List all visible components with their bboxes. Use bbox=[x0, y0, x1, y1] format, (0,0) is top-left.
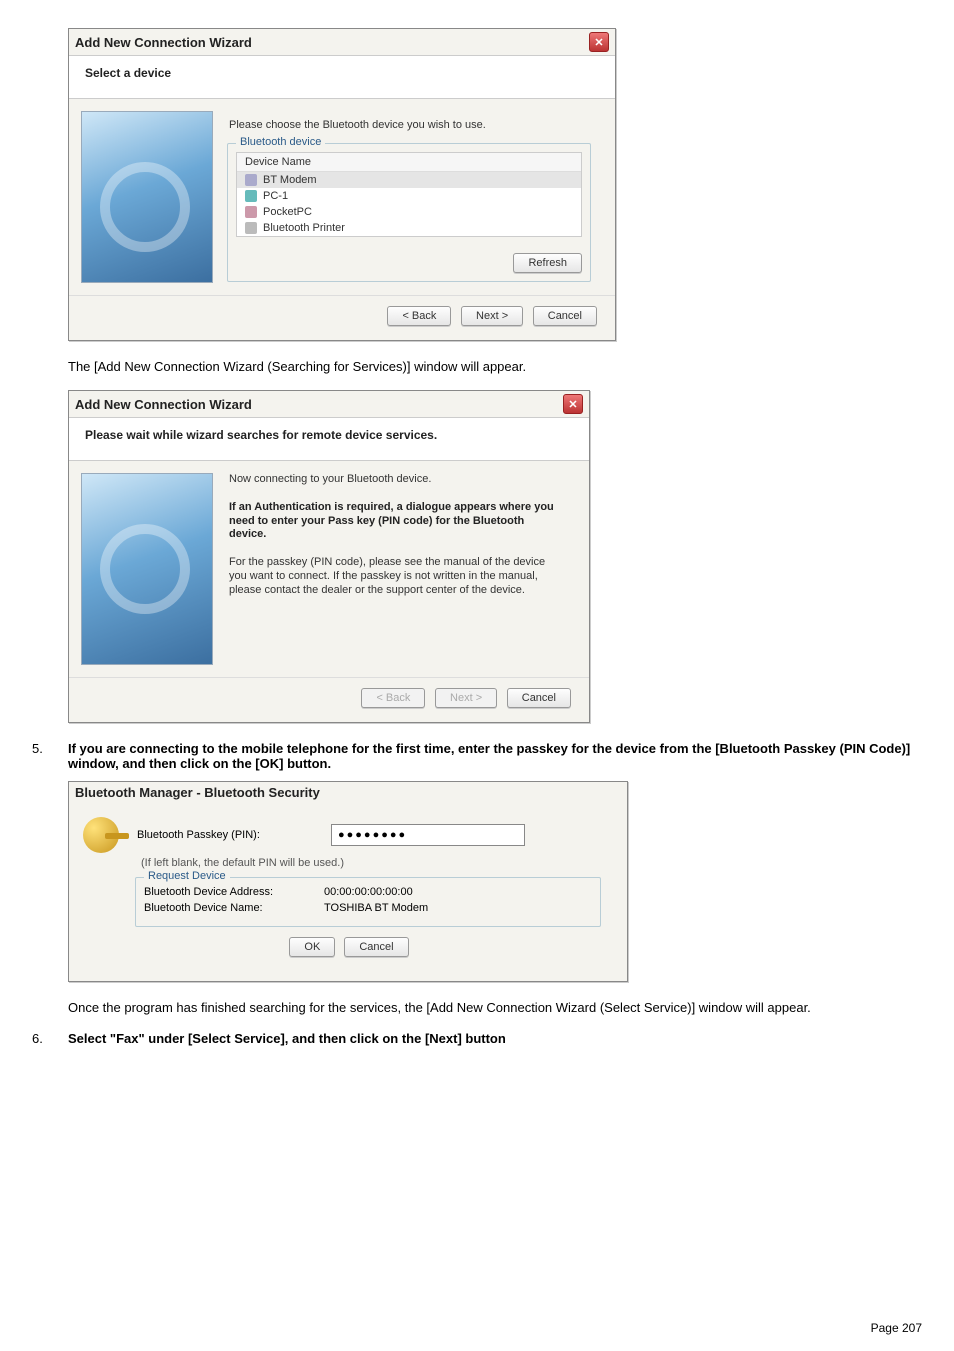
titlebar: Add New Connection Wizard ✕ bbox=[69, 391, 589, 417]
device-name: Bluetooth Printer bbox=[263, 222, 345, 234]
wizard-illustration bbox=[81, 473, 213, 665]
step-5: 5. If you are connecting to the mobile t… bbox=[32, 741, 922, 771]
titlebar: Bluetooth Manager - Bluetooth Security bbox=[69, 782, 627, 803]
dialog-title: Add New Connection Wizard bbox=[75, 397, 252, 412]
refresh-button[interactable]: Refresh bbox=[513, 253, 582, 273]
device-name: PocketPC bbox=[263, 206, 312, 218]
body-text: The [Add New Connection Wizard (Searchin… bbox=[68, 359, 922, 374]
titlebar: Add New Connection Wizard ✕ bbox=[69, 29, 615, 55]
pda-icon bbox=[245, 206, 257, 218]
group-legend: Request Device bbox=[144, 870, 230, 882]
body-text: Once the program has finished searching … bbox=[68, 1000, 922, 1015]
step-text: If you are connecting to the mobile tele… bbox=[68, 741, 922, 771]
step-6: 6. Select "Fax" under [Select Service], … bbox=[32, 1031, 922, 1046]
bluetooth-security-dialog: Bluetooth Manager - Bluetooth Security B… bbox=[68, 781, 628, 982]
device-list[interactable]: Device Name BT Modem PC-1 PocketPC bbox=[236, 152, 582, 237]
next-button[interactable]: Next > bbox=[461, 306, 523, 326]
back-button: < Back bbox=[361, 688, 425, 708]
request-device-group: Request Device Bluetooth Device Address:… bbox=[135, 877, 601, 927]
address-label: Bluetooth Device Address: bbox=[144, 886, 314, 898]
page-number: Page 207 bbox=[871, 1321, 922, 1335]
device-row[interactable]: BT Modem bbox=[237, 172, 581, 188]
close-icon[interactable]: ✕ bbox=[589, 32, 609, 52]
device-row[interactable]: PocketPC bbox=[237, 204, 581, 220]
wizard-select-device-dialog: Add New Connection Wizard ✕ Select a dev… bbox=[68, 28, 616, 341]
bluetooth-device-group: Bluetooth device Device Name BT Modem PC… bbox=[227, 143, 591, 282]
printer-icon bbox=[245, 222, 257, 234]
device-name: BT Modem bbox=[263, 174, 317, 186]
device-row[interactable]: PC-1 bbox=[237, 188, 581, 204]
address-value: 00:00:00:00:00:00 bbox=[324, 886, 413, 898]
key-icon bbox=[83, 817, 119, 853]
name-label: Bluetooth Device Name: bbox=[144, 902, 314, 914]
pc-icon bbox=[245, 190, 257, 202]
pin-hint: (If left blank, the default PIN will be … bbox=[141, 857, 609, 869]
column-header: Device Name bbox=[237, 153, 581, 172]
phone-icon bbox=[245, 174, 257, 186]
wizard-searching-dialog: Add New Connection Wizard ✕ Please wait … bbox=[68, 390, 590, 723]
name-value: TOSHIBA BT Modem bbox=[324, 902, 428, 914]
device-row[interactable]: Bluetooth Printer bbox=[237, 220, 581, 236]
pin-input[interactable]: ●●●●●●●● bbox=[331, 824, 525, 846]
next-button: Next > bbox=[435, 688, 497, 708]
auth-warning: If an Authentication is required, a dial… bbox=[229, 501, 563, 542]
prompt-text: Please choose the Bluetooth device you w… bbox=[229, 119, 599, 131]
dialog-header: Select a device bbox=[69, 55, 615, 99]
group-legend: Bluetooth device bbox=[236, 136, 325, 148]
step-number: 6. bbox=[32, 1031, 68, 1046]
cancel-button[interactable]: Cancel bbox=[533, 306, 597, 326]
wizard-illustration bbox=[81, 111, 213, 283]
pin-value: ●●●●●●●● bbox=[338, 829, 407, 841]
passkey-hint: For the passkey (PIN code), please see t… bbox=[229, 556, 563, 597]
device-name: PC-1 bbox=[263, 190, 288, 202]
cancel-button[interactable]: Cancel bbox=[507, 688, 571, 708]
step-number: 5. bbox=[32, 741, 68, 771]
close-icon[interactable]: ✕ bbox=[563, 394, 583, 414]
dialog-header: Please wait while wizard searches for re… bbox=[69, 417, 589, 461]
ok-button[interactable]: OK bbox=[289, 937, 335, 957]
info-text: Now connecting to your Bluetooth device. bbox=[229, 473, 563, 487]
back-button[interactable]: < Back bbox=[387, 306, 451, 326]
pin-label: Bluetooth Passkey (PIN): bbox=[137, 829, 317, 841]
dialog-title: Add New Connection Wizard bbox=[75, 35, 252, 50]
dialog-title: Bluetooth Manager - Bluetooth Security bbox=[75, 785, 320, 800]
cancel-button[interactable]: Cancel bbox=[344, 937, 408, 957]
step-text: Select "Fax" under [Select Service], and… bbox=[68, 1031, 922, 1046]
